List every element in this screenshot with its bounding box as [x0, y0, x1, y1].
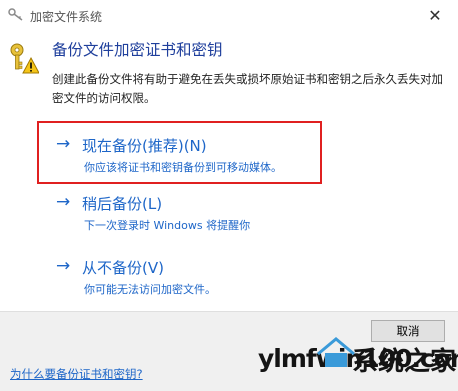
- key-warning-icon: [10, 43, 39, 74]
- option-description: 下一次登录时 Windows 将提醒你: [84, 219, 251, 232]
- close-icon: ✕: [428, 5, 442, 25]
- watermark-cn-text: 系统之家: [352, 347, 457, 377]
- backup-now-option[interactable]: → 现在备份(推荐)(N) 你应该将证书和密钥备份到可移动媒体。: [56, 134, 386, 180]
- option-label: 从不备份(V): [82, 259, 164, 277]
- key-icon: [8, 8, 23, 21]
- close-button[interactable]: ✕: [412, 0, 458, 30]
- arrow-right-icon: →: [56, 134, 71, 154]
- description-text: 创建此备份文件将有助于避免在丢失或损坏原始证书和密钥之后永久丢失对加密文件的访问…: [52, 72, 443, 105]
- arrow-right-icon: →: [56, 256, 71, 276]
- house-logo-icon: [317, 337, 355, 367]
- option-label: 稍后备份(L): [82, 195, 163, 213]
- never-backup-option[interactable]: → 从不备份(V) 你可能无法访问加密文件。: [56, 256, 386, 302]
- help-link[interactable]: 为什么要备份证书和密钥?: [10, 366, 143, 382]
- option-label: 现在备份(推荐)(N): [82, 137, 207, 155]
- option-description: 你应该将证书和密钥备份到可移动媒体。: [84, 161, 282, 174]
- window-title: 加密文件系统: [30, 10, 103, 24]
- option-description: 你可能无法访问加密文件。: [84, 283, 216, 296]
- cancel-button[interactable]: 取消: [371, 320, 445, 342]
- backup-later-option[interactable]: → 稍后备份(L) 下一次登录时 Windows 将提醒你: [56, 192, 386, 238]
- arrow-right-icon: →: [56, 192, 71, 212]
- page-title: 备份文件加密证书和密钥: [52, 41, 223, 59]
- title-bar: 加密文件系统 ✕: [0, 0, 458, 30]
